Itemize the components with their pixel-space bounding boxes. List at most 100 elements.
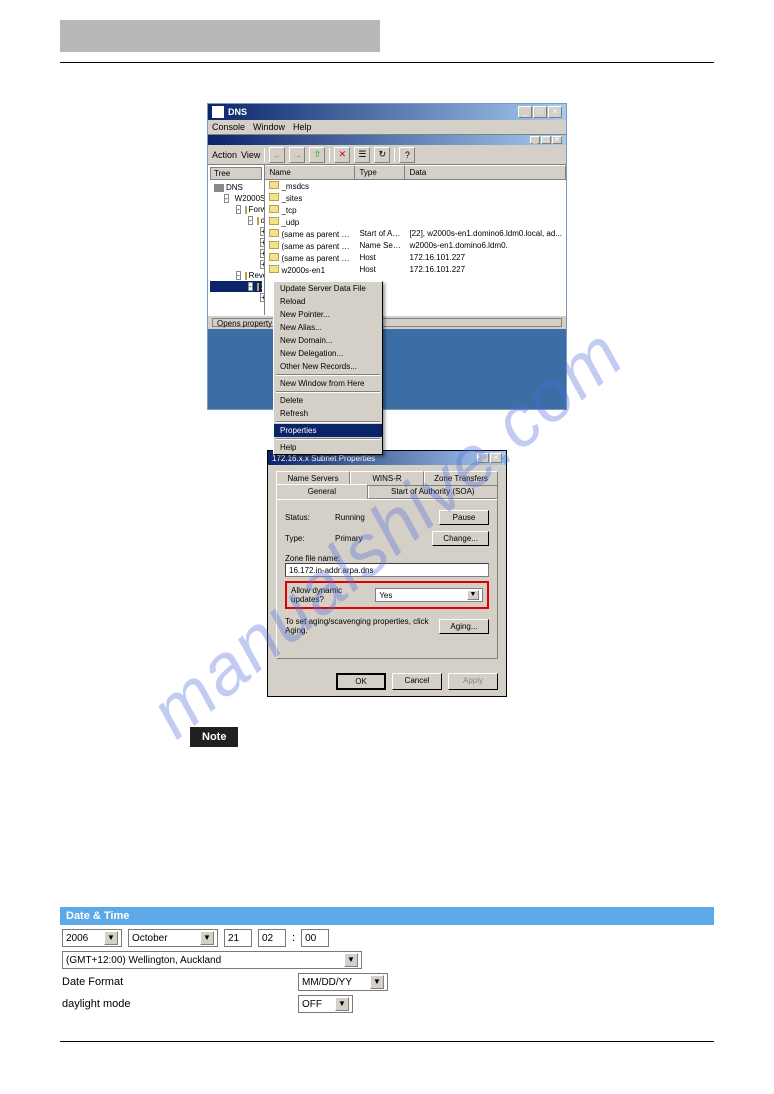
tabs-row-back: Name Servers WINS-R Zone Transfers [276, 469, 498, 484]
allow-updates-label: Allow dynamic updates? [291, 586, 375, 604]
ctx-newwin[interactable]: New Window from Here [274, 377, 382, 390]
tree-udp[interactable]: +_udp [210, 259, 262, 270]
list-row[interactable]: _udp [265, 216, 566, 228]
delete-tb-button[interactable]: ✕ [334, 147, 350, 163]
dns-titlebar: DNS _ □ × [208, 104, 566, 120]
list-row[interactable]: _sites [265, 192, 566, 204]
date-format-select[interactable]: MM/DD/YY▼ [298, 973, 388, 991]
col-type-header[interactable]: Type [355, 165, 405, 179]
tree-header: Tree [210, 167, 262, 180]
close-button[interactable]: × [548, 106, 562, 118]
pause-button[interactable]: Pause [439, 510, 489, 525]
ctx-refresh[interactable]: Refresh [274, 407, 382, 420]
tree-tcp[interactable]: +_tcp [210, 248, 262, 259]
ok-button[interactable]: OK [336, 673, 386, 690]
chevron-down-icon[interactable]: ▼ [104, 931, 118, 945]
minimize-button[interactable]: _ [518, 106, 532, 118]
child-close-button[interactable]: × [552, 136, 562, 144]
hour-input[interactable] [258, 929, 286, 947]
year-select[interactable]: 2006▼ [62, 929, 122, 947]
zone-file-input[interactable] [285, 563, 489, 577]
datetime-section: Date & Time 2006▼ October▼ : (GMT+12:00)… [60, 907, 714, 1021]
day-input[interactable] [224, 929, 252, 947]
ctx-newptr[interactable]: New Pointer... [274, 308, 382, 321]
dialog-button-row: OK Cancel Apply [268, 667, 506, 696]
col-name-header[interactable]: Name [265, 165, 355, 179]
ctx-reload[interactable]: Reload [274, 295, 382, 308]
tab-general[interactable]: General [276, 484, 368, 499]
page-header-gray [60, 20, 380, 52]
zone-file-label: Zone file name: [285, 554, 489, 563]
daylight-label: daylight mode [62, 998, 292, 1010]
datetime-header: Date & Time [60, 907, 714, 925]
allow-updates-combo[interactable]: Yes ▼ [375, 588, 483, 602]
ctx-properties[interactable]: Properties [274, 424, 382, 437]
chevron-down-icon[interactable]: ▼ [467, 590, 479, 600]
maximize-button[interactable]: □ [533, 106, 547, 118]
note-box: Note [190, 727, 238, 747]
tree-dns-root[interactable]: DNS [210, 182, 262, 193]
list-row[interactable]: (same as parent folder)Host172.16.101.22… [265, 252, 566, 264]
general-tab-panel: Status: Running Pause Type: Primary Chan… [276, 499, 498, 659]
ctx-delete[interactable]: Delete [274, 394, 382, 407]
apply-button[interactable]: Apply [448, 673, 498, 690]
ctx-newalias[interactable]: New Alias... [274, 321, 382, 334]
child-minimize-button[interactable]: _ [530, 136, 540, 144]
tabs-row-front: General Start of Authority (SOA) [276, 484, 498, 499]
toolbar-view[interactable]: View [241, 150, 260, 160]
list-row[interactable]: _tcp [265, 204, 566, 216]
aging-button[interactable]: Aging... [439, 619, 489, 634]
status-value: Running [335, 513, 439, 522]
tab-zonetransfers[interactable]: Zone Transfers [424, 471, 498, 486]
prop-help-icon[interactable]: ? × [477, 453, 502, 463]
menu-window[interactable]: Window [253, 122, 285, 132]
back-button[interactable] [269, 147, 285, 163]
chevron-down-icon[interactable]: ▼ [335, 997, 349, 1011]
tree-pane[interactable]: Tree DNS -W2000S-EN1 -Forward Lookup Zon… [208, 165, 265, 315]
month-select[interactable]: October▼ [128, 929, 218, 947]
page-rule-top [60, 62, 714, 63]
tree-sub10[interactable]: +10 [210, 292, 262, 303]
page-rule-bottom [60, 1041, 714, 1042]
desktop-area: Update Server Data File Reload New Point… [208, 329, 566, 409]
chevron-down-icon[interactable]: ▼ [344, 953, 358, 967]
forward-button[interactable] [289, 147, 305, 163]
help-tb-button[interactable]: ? [399, 147, 415, 163]
ctx-newdel[interactable]: New Delegation... [274, 347, 382, 360]
list-header-row: Name Type Data [265, 165, 566, 180]
time-sep: : [292, 932, 295, 944]
tree-msdcs[interactable]: +_msdcs [210, 226, 262, 237]
chevron-down-icon[interactable]: ▼ [200, 931, 214, 945]
chevron-down-icon[interactable]: ▼ [370, 975, 384, 989]
cancel-button[interactable]: Cancel [392, 673, 442, 690]
tree-subnet-selected[interactable]: -172.16.x.x Subnet [210, 281, 262, 292]
ctx-newdom[interactable]: New Domain... [274, 334, 382, 347]
child-maximize-button[interactable]: □ [541, 136, 551, 144]
tree-fwd-zones[interactable]: -Forward Lookup Zones [210, 204, 262, 215]
timezone-select[interactable]: (GMT+12:00) Wellington, Auckland▼ [62, 951, 362, 969]
menu-help[interactable]: Help [293, 122, 312, 132]
ctx-other[interactable]: Other New Records... [274, 360, 382, 373]
toolbar-action[interactable]: Action [212, 150, 237, 160]
minute-input[interactable] [301, 929, 329, 947]
tree-sites[interactable]: +_sites [210, 237, 262, 248]
ctx-help[interactable]: Help [274, 441, 382, 454]
dns-console-window: DNS _ □ × Console Window Help _ □ × Acti… [207, 103, 567, 410]
up-button[interactable]: ⇧ [309, 147, 325, 163]
list-row[interactable]: (same as parent folder)Start of Auth...[… [265, 228, 566, 240]
properties-tb-button[interactable]: ☰ [354, 147, 370, 163]
tree-rev-zones[interactable]: -Reverse Lookup Zones [210, 270, 262, 281]
tree-zone-domino[interactable]: -domino6.ldm0.local [210, 215, 262, 226]
daylight-select[interactable]: OFF▼ [298, 995, 353, 1013]
col-data-header[interactable]: Data [405, 165, 566, 179]
list-row[interactable]: _msdcs [265, 180, 566, 192]
menu-console[interactable]: Console [212, 122, 245, 132]
dns-toolbar: Action View ⇧ ✕ ☰ ↻ ? [208, 145, 566, 165]
list-row[interactable]: (same as parent folder)Name Serverw2000s… [265, 240, 566, 252]
change-button[interactable]: Change... [432, 531, 489, 546]
tab-soa[interactable]: Start of Authority (SOA) [368, 484, 498, 499]
ctx-update[interactable]: Update Server Data File [274, 282, 382, 295]
tree-server[interactable]: -W2000S-EN1 [210, 193, 262, 204]
refresh-tb-button[interactable]: ↻ [374, 147, 390, 163]
list-row[interactable]: w2000s-en1Host172.16.101.227 [265, 264, 566, 276]
